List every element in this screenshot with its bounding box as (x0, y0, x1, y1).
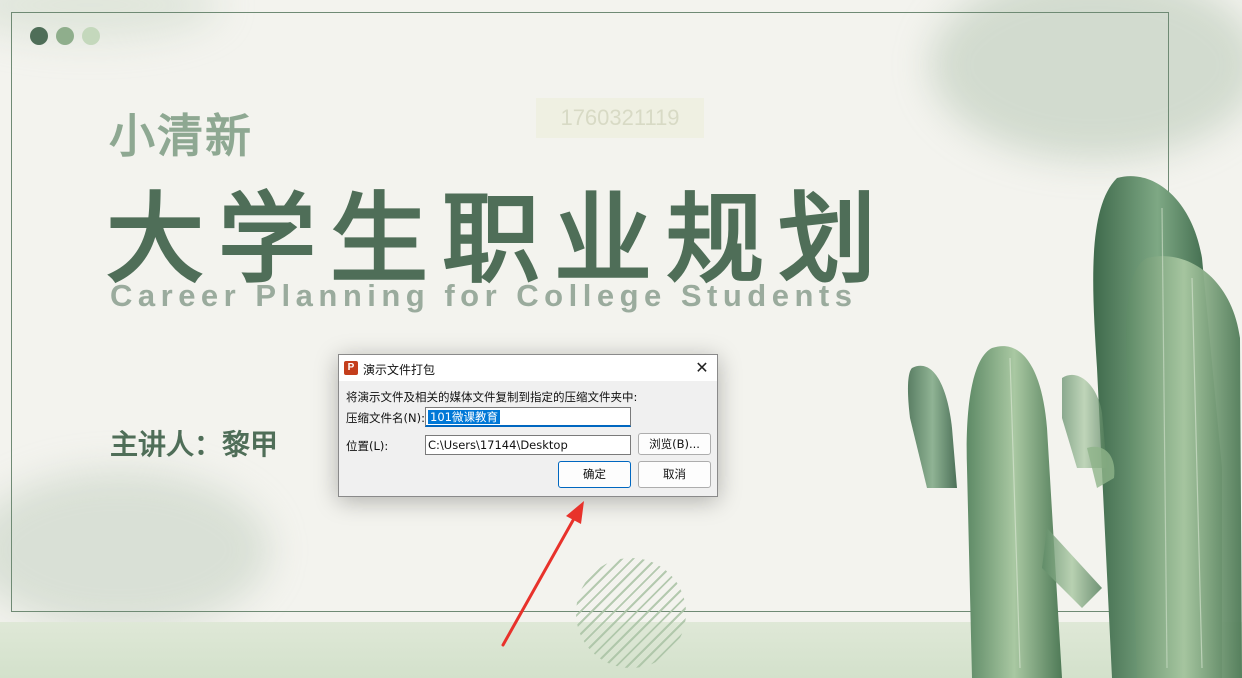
red-arrow-annotation (501, 501, 584, 647)
